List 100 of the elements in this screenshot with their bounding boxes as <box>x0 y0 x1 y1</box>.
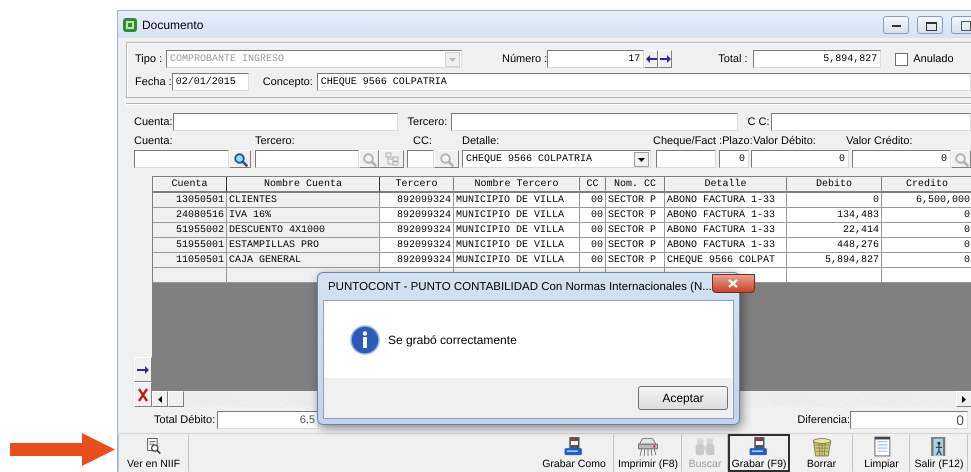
table-cell: 892099324 <box>380 253 454 268</box>
tree-button[interactable] <box>379 150 404 168</box>
input-field[interactable]: 0 <box>751 150 849 168</box>
field-label: CC: <box>413 135 433 147</box>
input-field[interactable] <box>407 150 434 168</box>
dialog-message: Se grabó correctamente <box>388 332 517 346</box>
field-label: Fecha : <box>135 76 172 88</box>
left-triangle-icon <box>158 396 162 402</box>
input-field[interactable]: 0 <box>852 150 951 168</box>
disk-drive-icon <box>748 436 770 457</box>
table-cell: 51955002 <box>153 223 227 238</box>
table-cell: MUNICIPIO DE VILLA <box>454 193 580 208</box>
checkbox-label: Anulado <box>913 53 954 65</box>
input-field[interactable] <box>134 150 229 168</box>
scroll-right-button[interactable] <box>956 391 971 407</box>
field-label: C C: <box>748 116 771 128</box>
field-label: Concepto: <box>262 76 314 88</box>
search-icon <box>439 152 454 166</box>
x-mark-icon <box>138 388 148 402</box>
input-field[interactable] <box>255 150 359 168</box>
search-button[interactable] <box>229 150 251 168</box>
field-label: Plazo: <box>722 135 753 147</box>
column-header[interactable]: Nombre Tercero <box>454 177 580 193</box>
column-header[interactable]: Cuenta <box>153 177 227 193</box>
maximize-button[interactable] <box>917 16 943 34</box>
search-button[interactable] <box>359 150 379 168</box>
table-cell: 892099324 <box>380 238 454 253</box>
table-cell: 00 <box>580 238 606 253</box>
table-cell: DESCUENTO 4X1000 <box>227 223 380 238</box>
scroll-left-button[interactable] <box>152 391 168 407</box>
table-cell: 00 <box>580 193 606 208</box>
table-cell: 0 <box>787 193 882 208</box>
next-button[interactable] <box>658 50 672 68</box>
table-cell: MUNICIPIO DE VILLA <box>454 253 580 268</box>
field-label: Cheque/Fact : <box>653 135 722 147</box>
field-label: Total : <box>718 53 749 65</box>
table-cell: SECTOR P <box>606 223 665 238</box>
field-label: Tercero: <box>408 116 448 128</box>
column-header[interactable]: CC <box>580 177 606 193</box>
table-cell: SECTOR P <box>606 253 665 268</box>
input-field[interactable]: 5,894,827 <box>753 50 882 68</box>
table-cell: 0 <box>882 238 971 253</box>
close-icon <box>728 279 738 288</box>
table-cell: 11050501 <box>153 253 227 268</box>
dropdown-field[interactable]: CHEQUE 9566 COLPATRIA <box>462 150 651 168</box>
input-field[interactable]: 6,5 <box>217 411 319 429</box>
column-header[interactable]: Nom. CC <box>606 177 665 193</box>
table-cell: CHEQUE 9566 COLPAT <box>665 253 787 268</box>
right-triangle-icon <box>962 396 966 402</box>
field-label: Tipo : <box>135 53 164 65</box>
toolbar-button[interactable]: Ver en NIIF <box>118 434 189 472</box>
delete-row-button[interactable] <box>134 382 152 407</box>
table-cell: 00 <box>580 208 606 223</box>
table-cell: 22,414 <box>787 223 882 238</box>
column-header[interactable]: Detalle <box>665 177 787 193</box>
input-field[interactable] <box>656 150 716 168</box>
column-header[interactable]: Credito <box>882 177 971 193</box>
app-icon <box>122 16 138 32</box>
table-cell: 892099324 <box>380 193 454 208</box>
input-field[interactable]: 17 <box>547 50 644 68</box>
input-field[interactable]: 0 <box>850 411 968 429</box>
input-field[interactable] <box>770 113 971 131</box>
scrollbar-thumb[interactable] <box>168 391 184 407</box>
table-cell: 134,483 <box>787 208 882 223</box>
right-arrow-icon <box>137 366 149 374</box>
table-cell: ABONO FACTURA 1-33 <box>665 208 787 223</box>
column-header[interactable]: Tercero <box>380 177 454 193</box>
table-cell: 892099324 <box>380 208 454 223</box>
input-field[interactable]: 0 <box>719 150 749 168</box>
search-button[interactable] <box>434 150 459 168</box>
table-cell: 00 <box>580 253 606 268</box>
table-cell: IVA 16% <box>227 208 380 223</box>
input-field[interactable]: CHEQUE 9566 COLPATRIA <box>316 73 971 91</box>
input-field[interactable] <box>450 113 738 131</box>
table-cell: MUNICIPIO DE VILLA <box>454 208 580 223</box>
ok-button[interactable]: Aceptar <box>638 386 728 410</box>
table-cell: 24080516 <box>153 208 227 223</box>
table-cell: 892099324 <box>380 223 454 238</box>
previous-button[interactable] <box>644 50 658 68</box>
window-title: Documento <box>142 18 204 32</box>
table-cell: SECTOR P <box>606 238 665 253</box>
field-label: Valor Débito: <box>753 135 817 147</box>
next-row-button[interactable] <box>134 357 152 382</box>
column-header[interactable]: Debito <box>787 177 882 193</box>
search-icon <box>954 152 968 166</box>
search-button[interactable] <box>951 150 971 168</box>
field-label: Valor Crédito: <box>846 135 913 147</box>
input-field[interactable]: 02/01/2015 <box>172 73 249 91</box>
search-icon <box>362 152 376 166</box>
checkbox[interactable] <box>895 52 908 66</box>
table-cell: SECTOR P <box>606 193 665 208</box>
input-field[interactable] <box>172 113 398 131</box>
table-cell: 51955001 <box>153 238 227 253</box>
field-label: Número : <box>502 53 548 65</box>
toolbar-button[interactable]: Grabar (F9) <box>728 434 790 472</box>
binoculars-icon <box>694 436 716 457</box>
table-cell: 448,276 <box>787 238 882 253</box>
column-header[interactable]: Nombre Cuenta <box>227 177 380 193</box>
table-cell: 5,894,827 <box>787 253 882 268</box>
minimize-button[interactable] <box>883 16 909 34</box>
